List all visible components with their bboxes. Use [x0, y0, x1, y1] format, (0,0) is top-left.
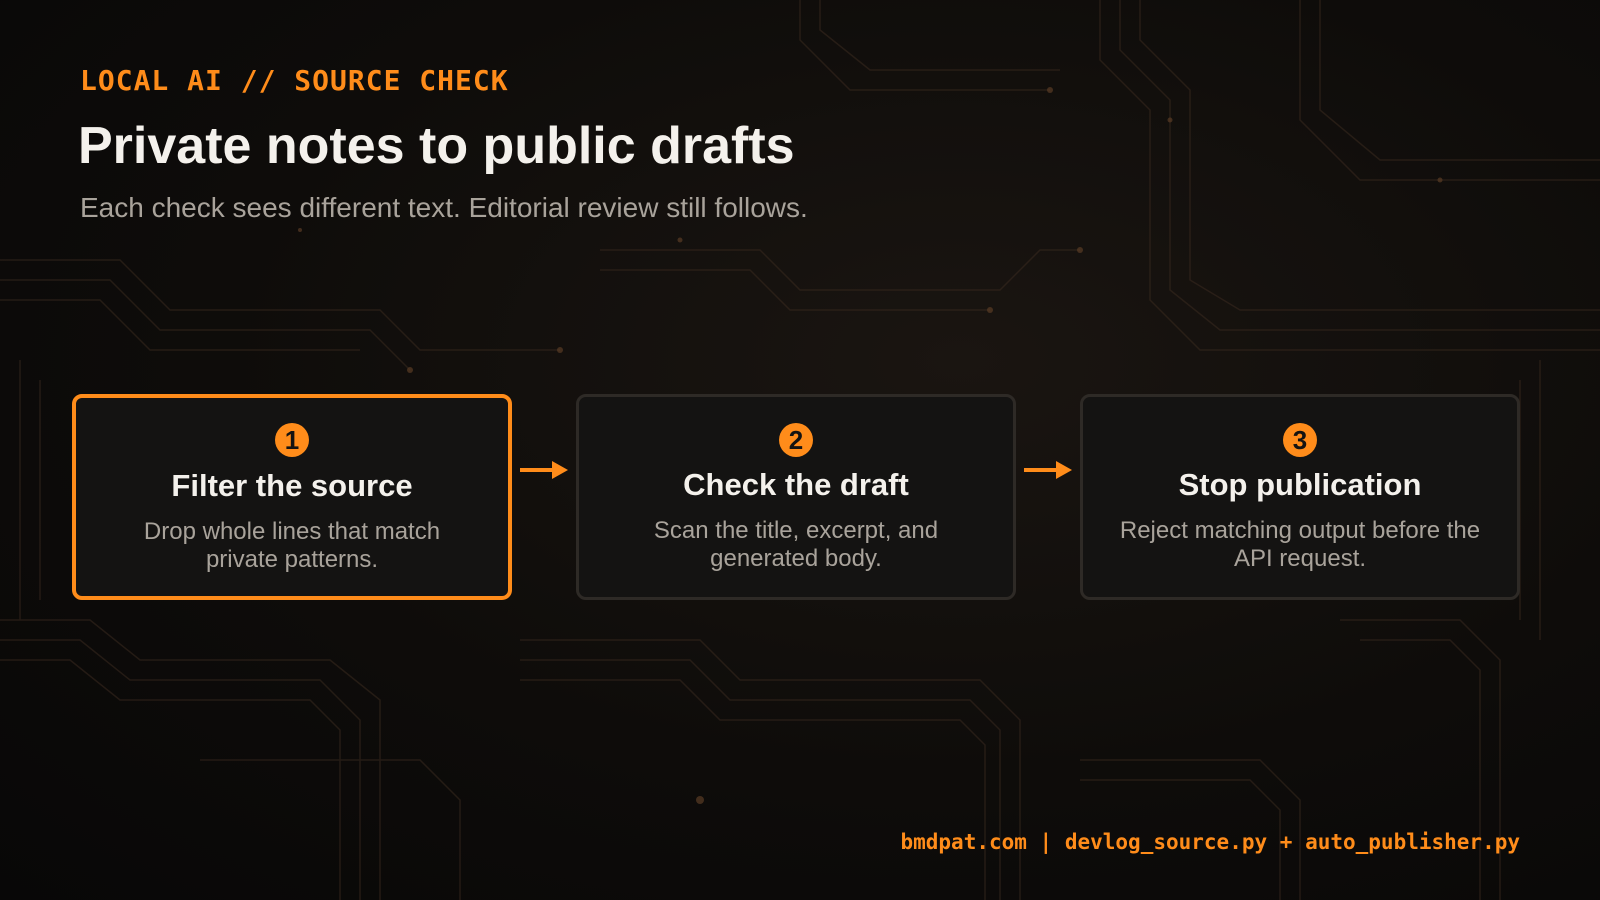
step-card-check-draft: 2 Check the draft Scan the title, excerp…: [576, 394, 1016, 600]
step-title: Stop publication: [1178, 467, 1422, 502]
step-title: Check the draft: [683, 467, 909, 502]
step-number-badge: 1: [275, 423, 309, 457]
footer-credit: bmdpat.com | devlog_source.py + auto_pub…: [900, 830, 1520, 854]
page-subtitle: Each check sees different text. Editoria…: [80, 192, 808, 223]
step-card-stop-publication: 3 Stop publication Reject matching outpu…: [1080, 394, 1520, 600]
arrow-right-icon: [1024, 461, 1072, 479]
step-card-filter-source: 1 Filter the source Drop whole lines tha…: [72, 394, 512, 600]
step-title: Filter the source: [171, 468, 413, 503]
arrow-right-icon: [520, 461, 568, 479]
step-number-badge: 2: [779, 423, 813, 457]
page-title: Private notes to public drafts: [78, 117, 795, 175]
step-description: Drop whole lines that match private patt…: [143, 518, 441, 573]
kicker-label: LOCAL AI // SOURCE CHECK: [80, 64, 509, 97]
step-number-badge: 3: [1283, 423, 1317, 457]
step-description: Scan the title, excerpt, and generated b…: [653, 517, 939, 572]
step-description: Reject matching output before the API re…: [1119, 517, 1481, 572]
slide: LOCAL AI // SOURCE CHECK Private notes t…: [0, 0, 1600, 900]
